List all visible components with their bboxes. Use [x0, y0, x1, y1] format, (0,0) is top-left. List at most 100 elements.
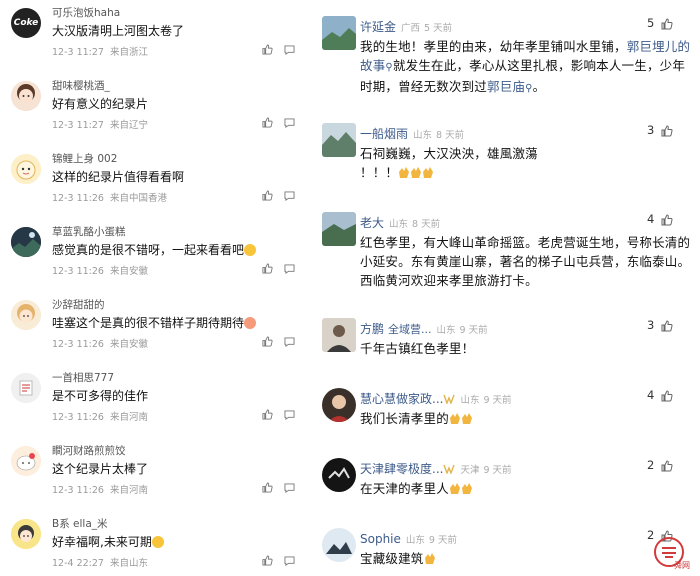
comment-actions	[262, 482, 298, 496]
comment-username[interactable]: 沙辞甜甜的	[52, 297, 105, 312]
reply-icon[interactable]	[284, 191, 295, 201]
like-icon[interactable]	[262, 44, 273, 55]
avatar[interactable]	[322, 318, 356, 352]
comment-username[interactable]: 可乐泡饭haha	[52, 5, 120, 20]
comment-username[interactable]: 一首相思777	[52, 370, 114, 385]
comment-text-content: 好幸福啊,未来可期	[52, 535, 152, 549]
comment-time: 9 天前	[459, 325, 488, 336]
comment-location: 来自安徽	[109, 266, 148, 277]
reply-icon[interactable]	[284, 410, 295, 420]
like-icon[interactable]	[262, 336, 273, 347]
comment-item: 天津肆零极度... 天津 9 天前 2 在天津的孝里人	[314, 458, 700, 508]
comment-text: 是不可多得的佳作	[52, 389, 149, 403]
comment-text: 好有意义的纪录片	[52, 97, 149, 111]
comment-meta: 12-3 11:27 来自浙江	[52, 44, 148, 58]
like-icon[interactable]	[262, 117, 273, 128]
reply-icon[interactable]	[284, 556, 295, 566]
comment-location: 来自山东	[109, 558, 148, 569]
comment-text: 在天津的孝里人	[360, 481, 449, 496]
comment-username[interactable]: 慧心慧做家政...	[360, 392, 443, 406]
like-count: 2	[647, 458, 655, 472]
avatar[interactable]	[322, 212, 356, 246]
avatar-kitty-icon	[11, 446, 41, 476]
comment-meta: 12-3 11:26 来自安徽	[52, 263, 148, 277]
like-icon[interactable]	[661, 214, 673, 226]
comment-item: 慧心慧做家政... 山东 9 天前 4 我们长清孝里的	[314, 388, 700, 438]
like-icon[interactable]	[661, 390, 673, 402]
avatar[interactable]	[11, 227, 41, 257]
comment-item: 方鹏 全域营... 山东 9 天前 3 千年古镇红色孝里！	[314, 318, 700, 368]
comment-username[interactable]: 一船烟雨	[360, 127, 408, 141]
reply-icon[interactable]	[284, 264, 295, 274]
comment-username[interactable]: 天津肆零极度...	[360, 462, 443, 476]
avatar[interactable]	[11, 519, 41, 549]
like-icon[interactable]	[262, 190, 273, 201]
comment-text: 哇塞这个是真的很不错样子期待期待	[52, 314, 257, 331]
like-icon[interactable]	[262, 409, 273, 420]
comment-username[interactable]: 瞷河财路煎煎饺	[52, 443, 126, 458]
avatar[interactable]	[322, 123, 356, 157]
like-icon[interactable]	[661, 18, 673, 30]
avatar-doc-icon	[11, 373, 41, 403]
watermark-text: 舜网	[674, 561, 690, 570]
comment-actions	[262, 336, 298, 350]
like-icon[interactable]	[661, 125, 673, 137]
user-badge-text[interactable]: 全域营...	[388, 323, 432, 336]
avatar-landscape-icon	[322, 16, 356, 50]
like-icon[interactable]	[661, 460, 673, 472]
avatar-logo: Coke	[13, 18, 39, 28]
search-icon[interactable]: ⚲	[525, 83, 533, 94]
comment-location: 来自河南	[109, 412, 148, 423]
comment-header: 许延金 广西 5 天前	[360, 16, 452, 34]
comment-username[interactable]: 方鹏	[360, 322, 384, 336]
comment-body: 石祠巍巍，大汉泱泱，雄風激蕩 ！！！	[360, 144, 692, 182]
avatar-landscape-icon	[322, 528, 356, 562]
comment-username[interactable]: 许延金	[360, 20, 396, 34]
comment-text: ！！！	[360, 165, 399, 180]
reply-icon[interactable]	[284, 45, 295, 55]
comment-actions	[262, 263, 298, 277]
comment-header: 方鹏 全域营... 山东 9 天前	[360, 318, 488, 336]
comment-header: 慧心慧做家政... 山东 9 天前	[360, 388, 512, 406]
like-icon[interactable]	[262, 482, 273, 493]
avatar-mountain-icon	[322, 123, 356, 157]
like-icon[interactable]	[262, 263, 273, 274]
avatar[interactable]	[322, 528, 356, 562]
clap-emoji-icon	[424, 553, 435, 564]
avatar[interactable]	[11, 300, 41, 330]
reply-icon[interactable]	[284, 337, 295, 347]
comment-username[interactable]: 锦鲤上身 002	[52, 151, 117, 166]
avatar[interactable]	[11, 81, 41, 111]
comment-username[interactable]: 甜味樱桃酒_	[52, 78, 110, 93]
comment-time: 8 天前	[436, 130, 465, 141]
comment-location: 山东	[405, 535, 425, 546]
like-icon[interactable]	[262, 555, 273, 566]
comment-time: 9 天前	[483, 395, 512, 406]
avatar[interactable]	[11, 446, 41, 476]
comment-body: 千年古镇红色孝里！	[360, 341, 475, 356]
comment-username[interactable]: Sophie	[360, 532, 401, 546]
comment-username[interactable]: 老大	[360, 216, 384, 230]
comment-text: 我的生地！孝里的由来，幼年孝里铺叫水里铺，	[360, 39, 627, 54]
avatar[interactable]	[322, 388, 356, 422]
like-count: 3	[647, 123, 655, 137]
topic-link[interactable]: 郭巨庙	[487, 79, 525, 94]
avatar[interactable]	[322, 16, 356, 50]
avatar-logo-icon	[322, 458, 356, 492]
reply-icon[interactable]	[284, 483, 295, 493]
comment-actions	[262, 409, 298, 423]
like-count: 4	[647, 388, 655, 402]
avatar[interactable]: Coke	[11, 8, 41, 38]
avatar[interactable]	[322, 458, 356, 492]
comment-location: 来自中国香港	[109, 193, 167, 204]
comment-item: 一船烟雨 山东 8 天前 3 石祠巍巍，大汉泱泱，雄風激蕩 ！！！	[314, 123, 700, 193]
avatar[interactable]	[11, 154, 41, 184]
vip-badge-icon	[443, 464, 456, 474]
avatar[interactable]	[11, 373, 41, 403]
search-icon[interactable]: ⚲	[385, 62, 393, 73]
comment-item: Coke 可乐泡饭haha 大汉版清明上河图太卷了 12-3 11:27 来自浙江	[0, 0, 300, 72]
comment-username[interactable]: B系 ella_米	[52, 516, 108, 531]
like-icon[interactable]	[661, 320, 673, 332]
comment-username[interactable]: 草蓝乳酪小蛋糕	[52, 224, 126, 239]
reply-icon[interactable]	[284, 118, 295, 128]
